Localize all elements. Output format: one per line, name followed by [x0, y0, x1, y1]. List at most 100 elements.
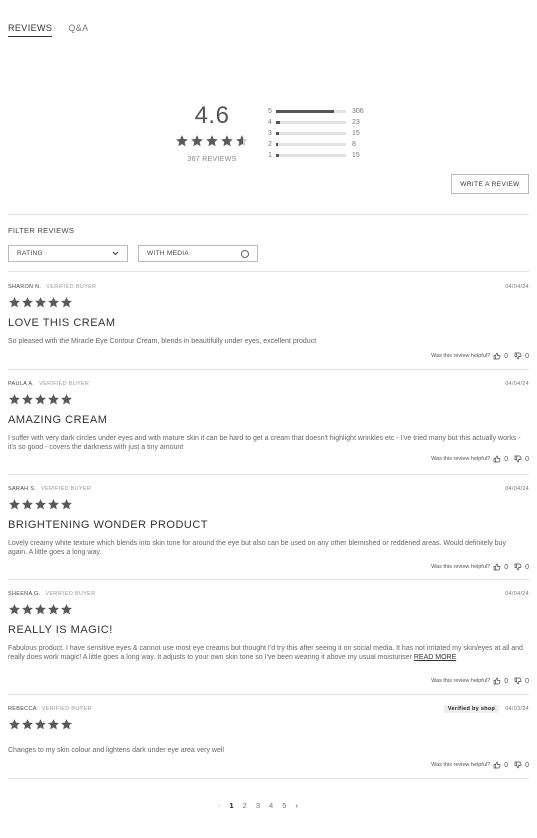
review-item: PAULA A. VERIFIED BUYER 04/04/24 AMAZING …: [8, 380, 529, 465]
thumbs-up-icon[interactable]: [493, 352, 501, 360]
page-link[interactable]: 1: [230, 801, 234, 810]
page-link[interactable]: 2: [243, 801, 247, 810]
review-body: Changes to my skin colour and lightens d…: [8, 746, 526, 755]
distribution-bar-fill: [276, 143, 278, 146]
thumbs-down-icon[interactable]: [514, 455, 522, 463]
star-icon: [47, 603, 60, 621]
reviewer-name: SARAH S.: [8, 486, 37, 492]
star-icon: [34, 393, 47, 411]
rating-distribution: 5 306 4 23 3 15 2 81 15: [268, 106, 378, 161]
review-count: 367 REVIEWS: [187, 156, 237, 163]
star-icon: [60, 718, 73, 736]
review-text: I suffer with very dark circles under ey…: [8, 435, 521, 451]
review-stars: [8, 498, 529, 516]
distribution-count: 15: [352, 152, 360, 159]
star-icon: [8, 603, 21, 621]
review-stars: [8, 718, 529, 736]
review-item: REBECCA VERIFIED BUYER Verified by shop 04…: [8, 705, 529, 771]
thumbs-down-icon[interactable]: [514, 761, 522, 769]
with-media-radio[interactable]: [241, 249, 249, 258]
review-text: So pleased with the Miracle Eye Contour …: [8, 338, 317, 345]
reviewer-name: REBECCA: [8, 706, 37, 712]
helpful-up-count: 0: [504, 761, 509, 769]
reviewer-name: PAULA A.: [8, 381, 35, 387]
page-link[interactable]: 5: [282, 801, 286, 810]
verified-buyer-badge: VERIFIED BUYER: [45, 591, 96, 597]
thumbs-up-icon[interactable]: [493, 455, 501, 463]
divider: [8, 214, 529, 215]
chevron-down-icon: [112, 251, 119, 256]
review-date: 04/04/24: [505, 486, 529, 492]
review-item: SHEENA G. VERIFIED BUYER 04/04/24 REALLY …: [8, 590, 529, 687]
star-icon: [190, 134, 204, 153]
distribution-count: 15: [352, 130, 360, 137]
helpful-label: Was this review helpful?: [431, 353, 491, 359]
star-icon: [205, 134, 219, 153]
review-header: SHARON N. VERIFIED BUYER 04/04/24: [8, 283, 529, 291]
distribution-row[interactable]: 1 15: [268, 150, 378, 161]
tab-qa[interactable]: Q&A: [68, 23, 88, 37]
distribution-row[interactable]: 4 23: [268, 117, 378, 128]
average-stars: [172, 134, 252, 153]
review-header: SHEENA G. VERIFIED BUYER 04/04/24: [8, 590, 529, 598]
rating-filter-select[interactable]: RATING: [8, 245, 128, 262]
star-icon: [21, 393, 34, 411]
star-icon: [8, 498, 21, 516]
distribution-row[interactable]: 5 306: [268, 106, 378, 117]
divider: [8, 369, 529, 370]
star-icon: [47, 498, 60, 516]
thumbs-down-icon[interactable]: [514, 677, 522, 685]
distribution-stars: 2: [268, 141, 272, 148]
thumbs-up-icon[interactable]: [493, 563, 501, 571]
star-icon: [34, 603, 47, 621]
distribution-row[interactable]: 2 8: [268, 139, 378, 150]
star-icon: [34, 718, 47, 736]
verified-buyer-badge: VERIFIED BUYER: [41, 706, 92, 712]
helpful-down-count: 0: [525, 352, 529, 360]
review-title: LOVE THIS CREAM: [8, 317, 116, 329]
thumbs-up-icon[interactable]: [493, 677, 501, 685]
review-date: 04/04/24: [505, 381, 529, 387]
verified-buyer-badge: VERIFIED BUYER: [46, 284, 97, 290]
helpful-row: Was this review helpful? 0 0: [431, 563, 529, 571]
distribution-stars: 5: [268, 108, 272, 115]
divider: [8, 694, 529, 695]
helpful-up-count: 0: [504, 455, 509, 463]
star-icon: [235, 134, 249, 153]
helpful-up-count: 0: [504, 563, 509, 571]
chevron-left-icon[interactable]: ‹: [218, 801, 221, 810]
page-link[interactable]: 4: [269, 801, 273, 810]
thumbs-down-icon[interactable]: [514, 352, 522, 360]
review-tabs: REVIEWS Q&A: [8, 23, 89, 37]
review-stars: [8, 296, 529, 314]
review-header: PAULA A. VERIFIED BUYER 04/04/24: [8, 380, 529, 388]
divider: [8, 271, 529, 272]
distribution-row[interactable]: 3 15: [268, 128, 378, 139]
chevron-right-icon[interactable]: ›: [295, 801, 298, 810]
page-link[interactable]: 3: [256, 801, 260, 810]
star-icon: [21, 498, 34, 516]
rating-summary: 4.6 367 REVIEWS: [172, 104, 252, 163]
with-media-filter[interactable]: WITH MEDIA: [138, 245, 258, 262]
distribution-count: 23: [352, 119, 360, 126]
write-review-button[interactable]: WRITE A REVIEW: [451, 174, 529, 194]
tab-reviews[interactable]: REVIEWS: [8, 23, 53, 37]
distribution-bar: [276, 143, 346, 146]
helpful-up-count: 0: [504, 352, 509, 360]
helpful-label: Was this review helpful?: [431, 456, 491, 462]
helpful-label: Was this review helpful?: [431, 678, 491, 684]
distribution-bar-fill: [276, 132, 279, 135]
review-body: Lovely creamy white texture which blends…: [8, 539, 526, 557]
read-more-link[interactable]: READ MORE: [414, 654, 456, 661]
helpful-row: Was this review helpful? 0 0: [431, 761, 529, 769]
verified-by-shop-badge: Verified by shop: [443, 705, 500, 713]
thumbs-down-icon[interactable]: [514, 563, 522, 571]
helpful-row: Was this review helpful? 0 0: [431, 352, 529, 360]
thumbs-up-icon[interactable]: [493, 761, 501, 769]
distribution-bar-fill: [276, 121, 281, 124]
star-icon: [21, 296, 34, 314]
review-stars: [8, 393, 529, 411]
helpful-row: Was this review helpful? 0 0: [431, 455, 529, 463]
rating-filter-label: RATING: [17, 250, 43, 257]
star-icon: [34, 498, 47, 516]
